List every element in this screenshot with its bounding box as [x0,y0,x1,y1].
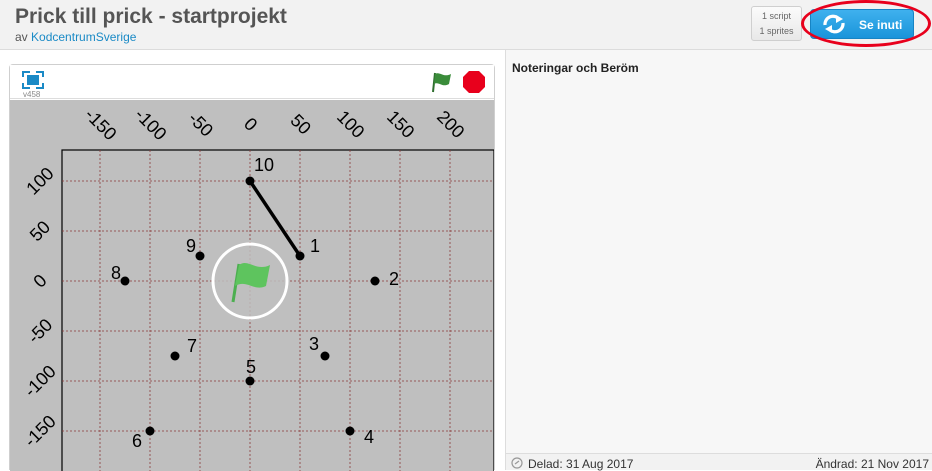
stage-canvas: -150 -100 -50 0 50 100 150 200100500-50-100-150… [20,104,494,471]
player-version: v458 [23,90,41,99]
dot-label: 9 [186,236,196,256]
y-tick-label: 100 [22,163,57,198]
dot-point [195,251,205,261]
share-icon [511,457,523,469]
dot-point [345,426,355,436]
project-title: Prick till prick - startprojekt [15,5,287,28]
y-tick-label: -100 [20,361,60,401]
fullscreen-icon[interactable] [22,71,44,89]
dot-label: 10 [254,155,274,175]
project-header: Prick till prick - startprojekt av Kodce… [0,0,932,50]
x-tick-label: 200 [433,107,468,142]
dates-bar: Delad: 31 Aug 2017 Ändrad: 21 Nov 2017 [506,453,932,471]
shared-date: Delad: 31 Aug 2017 [528,457,634,471]
dot-label: 6 [132,431,142,451]
dot-point [170,351,180,361]
dot-point [145,426,155,436]
x-tick-label: -50 [184,108,217,141]
project-player: v458 -150 -100 -50 0 50 100 150 200 100 50 0 -50 -10… [9,64,495,471]
author-link[interactable]: KodcentrumSverige [31,30,136,44]
dot-label: 1 [310,236,320,256]
script-count: 1 script [761,11,791,21]
stop-sign-icon[interactable] [462,70,486,94]
y-tick-label: -50 [24,315,57,348]
annotation-circle [801,0,931,47]
by-prefix: av [15,30,28,44]
player-controls: v458 [10,65,494,99]
notes-title: Noteringar och Beröm [512,61,639,75]
plot-border [61,149,494,471]
dot-label: 2 [389,269,399,289]
play-overlay-button[interactable] [211,242,289,320]
x-tick-label: -100 [131,104,171,144]
dot-label: 7 [187,336,197,356]
x-tick-label: 50 [287,110,315,138]
dot-point [320,351,330,361]
project-stats: 1 script 1 sprites [751,6,802,41]
y-tick-label: 50 [26,217,54,245]
dot-point [245,176,255,186]
x-tick-label: 100 [333,107,368,142]
dot-label: 4 [364,427,374,447]
dot-point [295,251,305,261]
sprite-count: 1 sprites [759,26,794,36]
x-tick-label: -150 [81,104,121,144]
dot-label: 3 [309,334,319,354]
changed-date: Ändrad: 21 Nov 2017 [815,457,929,471]
stage[interactable]: -150 -100 -50 0 50 100 150 200 100 50 0 -50 -100 -150… [10,100,494,471]
x-tick-label: 150 [383,107,418,142]
dot-point [120,276,130,286]
dot-point [245,376,255,386]
x-tick-label: 0 [240,114,261,135]
notes-panel: Noteringar och Beröm Delad: 31 Aug 2017 … [505,50,932,471]
dot-point [370,276,380,286]
y-tick-label: 0 [29,270,50,291]
green-flag-icon[interactable] [430,70,454,94]
dot-label: 8 [111,263,121,283]
y-tick-label: -150 [20,411,60,451]
dot-label: 5 [246,357,256,377]
byline: av KodcentrumSverige [15,30,136,44]
